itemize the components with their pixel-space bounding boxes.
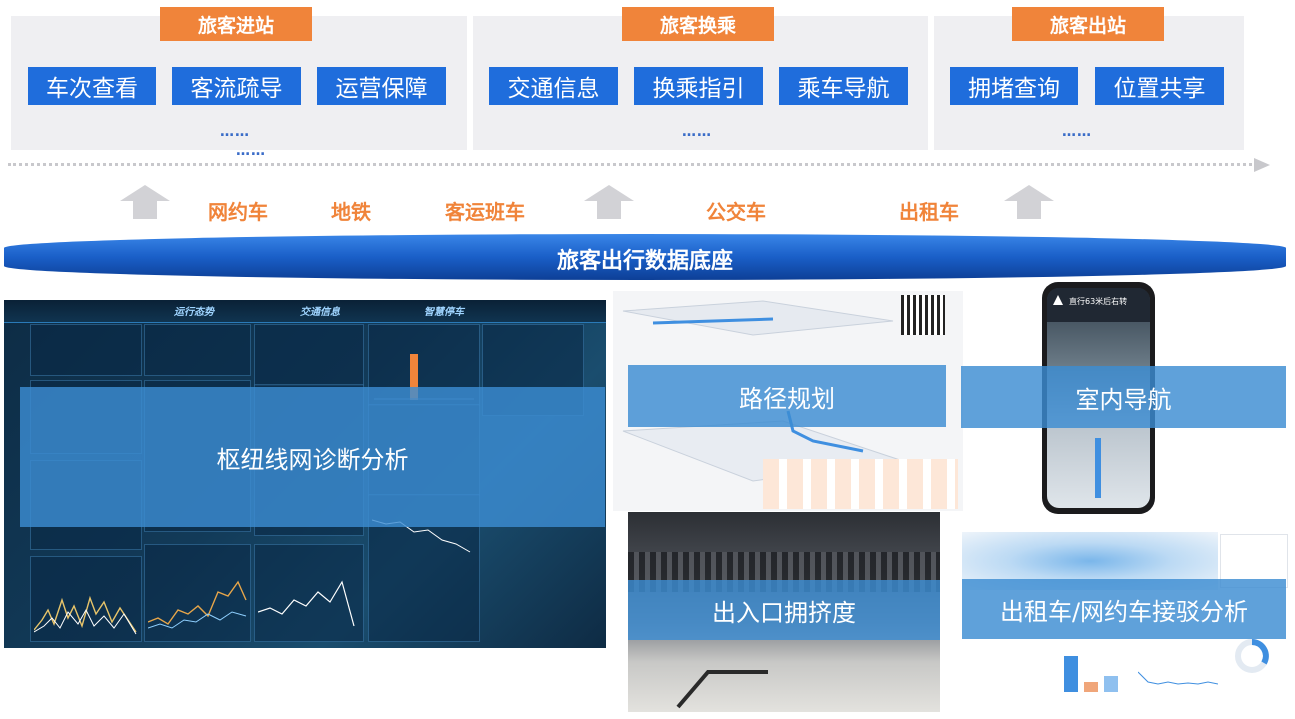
up-arrow-icon [120, 185, 170, 219]
operation-support-button[interactable]: 运营保障 [317, 67, 446, 105]
nav-instruction: 直行63米后右转 [1069, 297, 1128, 306]
dashboard-screenshot: 运行态势 交通信息 智慧停车 枢纽线网诊断分析 [4, 300, 606, 648]
qr-code-icon [901, 295, 945, 335]
dash-tab-ops: 运行态势 [174, 307, 214, 318]
dash-card [254, 324, 364, 386]
flow-guidance-button[interactable]: 客流疏导 [172, 67, 301, 105]
more-ellipsis-transfer: …… [682, 124, 712, 140]
traffic-info-button[interactable]: 交通信息 [489, 67, 618, 105]
dash-line-chart-graphic [148, 580, 247, 629]
mode-taxi: 出租车 [899, 200, 959, 224]
entrance-crowd-photo: 出入口拥挤度 [628, 512, 940, 712]
bench-graphic [676, 670, 768, 709]
train-lookup-button[interactable]: 车次查看 [28, 67, 156, 105]
track-arrowhead-icon [1254, 158, 1270, 172]
mode-metro: 地铁 [331, 200, 371, 224]
more-ellipsis-exit: …… [1062, 124, 1092, 140]
up-arrow-icon [1004, 185, 1054, 219]
route-map-screenshot: 路径规划 [613, 291, 963, 511]
stage-tag-entry: 旅客进站 [160, 7, 312, 41]
route-planning-overlay: 路径规划 [628, 365, 946, 427]
ride-navigation-button[interactable]: 乘车导航 [779, 67, 908, 105]
taxi-line-chart-graphic [1138, 671, 1218, 685]
more-ellipsis-entry: …… [220, 124, 250, 140]
dash-card [30, 324, 142, 376]
dash-tab-parking: 智慧停车 [424, 307, 464, 318]
banner-title: 旅客出行数据底座 [556, 249, 733, 274]
congestion-query-button[interactable]: 拥堵查询 [950, 67, 1078, 105]
transport-icon-grid [763, 459, 958, 509]
dash-card [144, 324, 251, 376]
more-ellipsis-entry-2: …… [236, 143, 266, 159]
dash-line-chart-graphic [258, 580, 355, 627]
taxi-bar-chart-graphic [1064, 656, 1118, 692]
stage-tag-exit: 旅客出站 [1012, 7, 1164, 41]
mode-coach: 客运班车 [445, 200, 525, 224]
dash-tab-traffic: 交通信息 [300, 307, 340, 318]
location-share-button[interactable]: 位置共享 [1095, 67, 1224, 105]
transfer-guide-button[interactable]: 换乘指引 [634, 67, 763, 105]
journey-track [8, 163, 1263, 166]
hub-network-diagnosis-overlay: 枢纽线网诊断分析 [20, 387, 605, 527]
taxi-analysis-screenshot: 出租车/网约车接驳分析 [962, 532, 1288, 702]
entrance-crowd-overlay: 出入口拥挤度 [628, 580, 940, 640]
mode-bus: 公交车 [706, 200, 766, 224]
mode-ride-hailing: 网约车 [208, 200, 268, 224]
stage-tag-transfer: 旅客换乘 [622, 7, 774, 41]
taxi-ridehailing-overlay: 出租车/网约车接驳分析 [962, 579, 1286, 639]
dash-line-chart-graphic [34, 595, 137, 635]
up-arrow-icon [584, 185, 634, 219]
indoor-navigation-overlay: 室内导航 [961, 366, 1286, 428]
up-arrow-icon [1053, 295, 1063, 305]
taxi-donut-chart-graphic [1235, 639, 1269, 673]
